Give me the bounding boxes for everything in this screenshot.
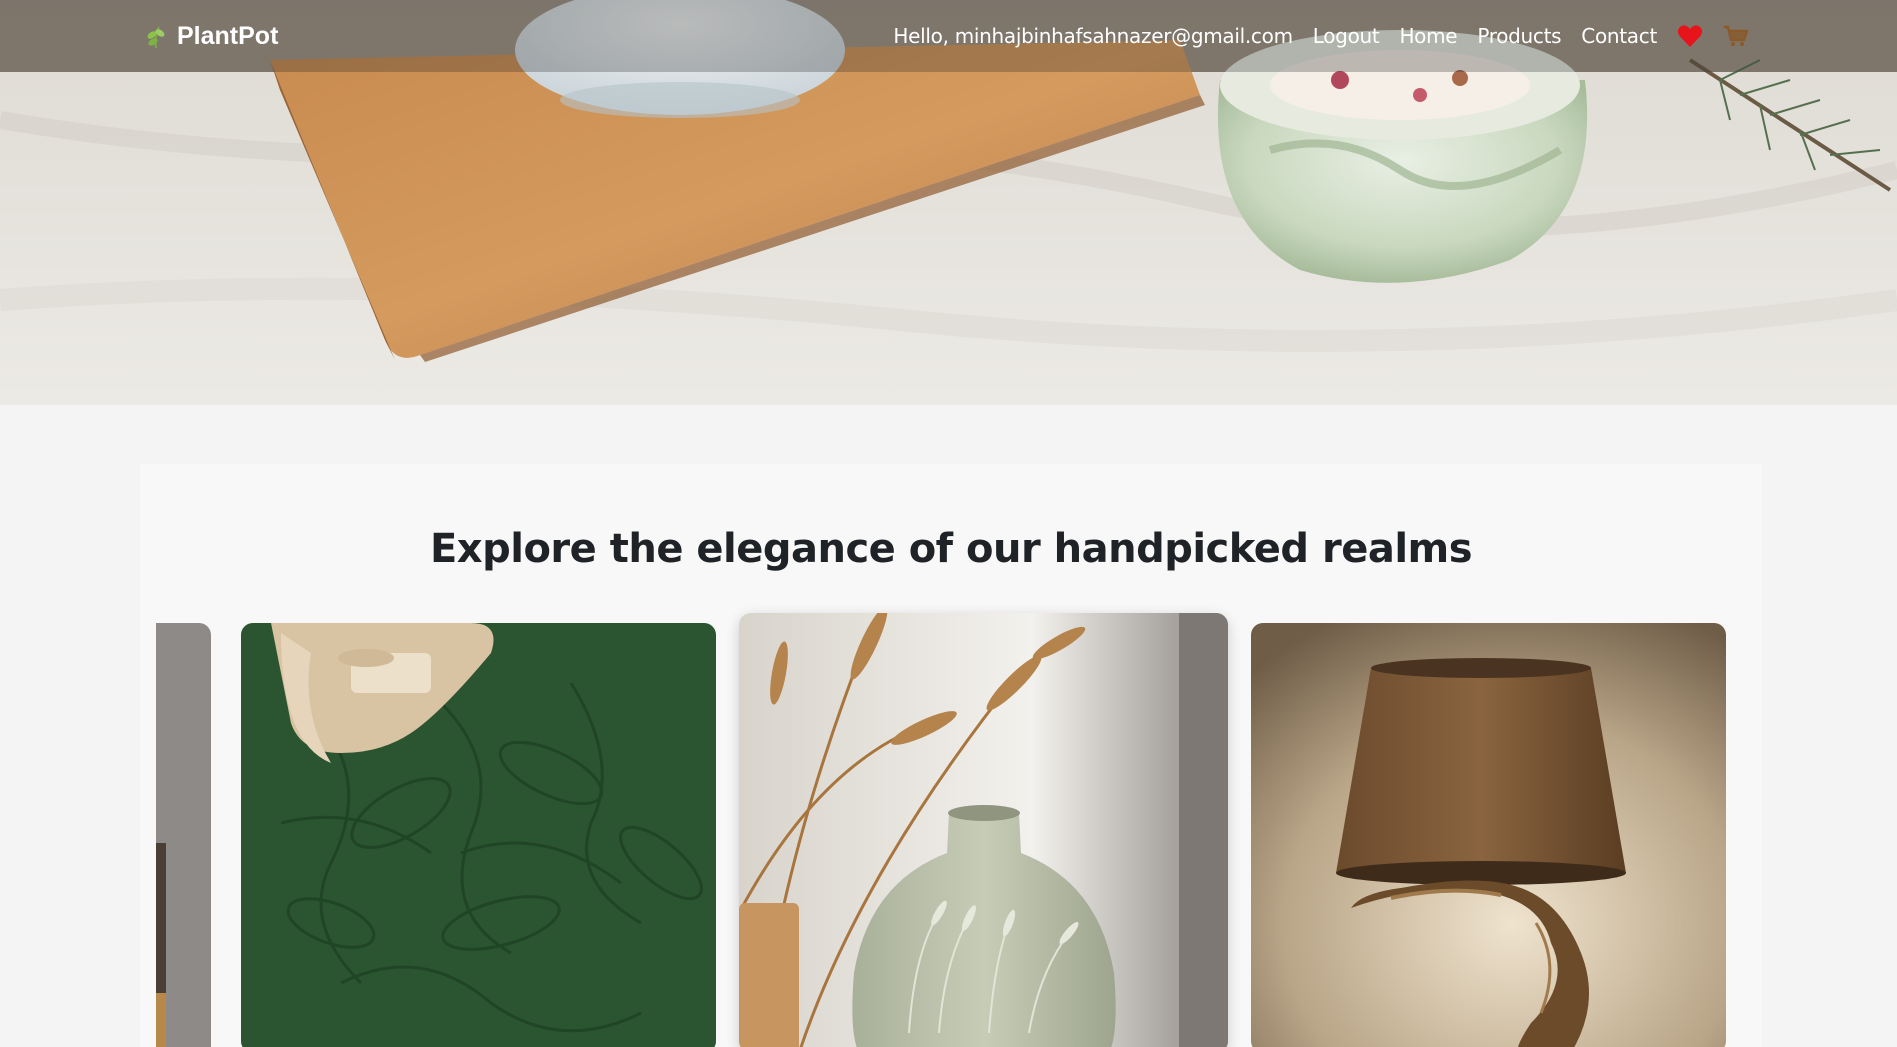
ceramic-vase-card[interactable] [739,613,1228,1047]
section-title: Explore the elegance of our handpicked r… [429,526,1473,572]
brand-name[interactable]: PlantPot [177,22,278,51]
logout-link[interactable]: Logout [1313,24,1380,48]
navbar: PlantPot Hello, minhajbinhafsahnazer@gma… [0,0,1897,72]
brand-logo[interactable]: PlantPot [145,22,278,51]
partial-product-card[interactable] [156,623,211,1047]
green-rug-card[interactable] [241,623,716,1047]
driftwood-lamp-card[interactable] [1251,623,1726,1047]
home-link[interactable]: Home [1399,24,1457,48]
nav-menu: Hello, minhajbinhafsahnazer@gmail.com Lo… [893,24,1749,48]
contact-link[interactable]: Contact [1581,24,1657,48]
user-greeting: Hello, minhajbinhafsahnazer@gmail.com [893,24,1293,48]
products-link[interactable]: Products [1477,24,1561,48]
leaf-icon [145,23,167,49]
heart-icon[interactable] [1677,24,1703,48]
cart-icon[interactable] [1723,24,1749,48]
